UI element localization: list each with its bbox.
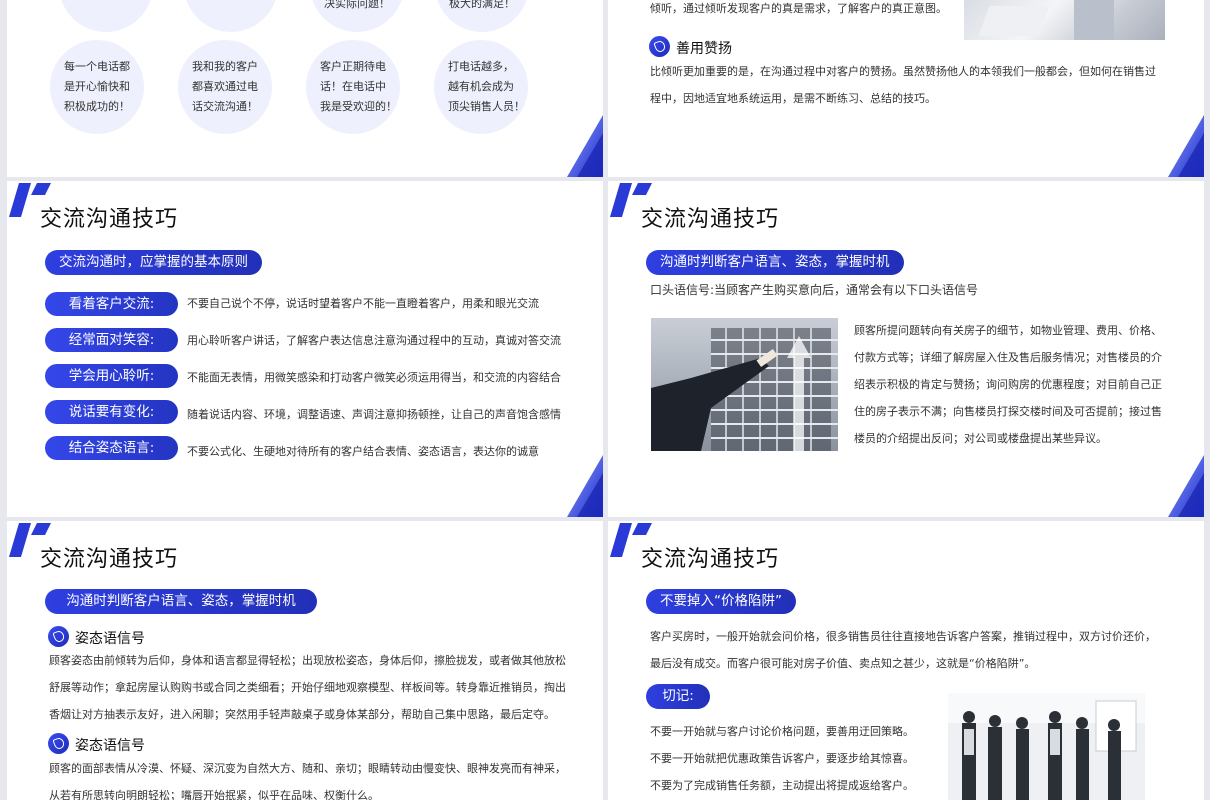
circle-2-line-3: 话交流沟通！ [192,100,258,113]
office-photo [964,0,1165,40]
pen-icon [649,36,670,57]
building-graph-image [651,318,838,451]
row-text-5: 不要公式化、生硬地对待所有的客户结合表情、姿态语言，表达你的诚意 [187,445,539,458]
row-text-3: 不能面无表情，用微笑感染和打动客户微笑必须运用得当，和交流的内容结合 [187,371,561,384]
slide5-para2-line-1: 顾客的面部表情从冷漠、怀疑、深沉变为自然大方、随和、亲切；眼睛转动由慢变快、眼神… [49,762,566,775]
corner-decoration [567,115,603,177]
circle-1-line-1: 每一个电话都 [64,60,130,73]
slide4-para-line-2: 付款方式等；详细了解房屋入住及售后服务情况；对售楼员的介 [854,351,1162,364]
slide5-paragraph-1: 顾客姿态由前倾转为后仰，身体和语言都显得轻松；出现放松姿态，身体后仰，擦脸拢发，… [49,647,594,728]
business-chart-photo [651,318,838,451]
corner-decoration [1168,115,1204,177]
slide4-para-line-3: 绍表示积极的肯定与赞扬；询问购房的优惠程度；对目前自己正 [854,378,1162,391]
slide2-para-line-1: 比倾听更加重要的是，在沟通过程中对客户的赞扬。虽然赞扬他人的本领我们一般都会，但… [650,65,1156,78]
circle-2-text: 我和我的客户 都喜欢通过电 话交流沟通！ [178,57,272,117]
slide4-pill: 沟通时判断客户语言、姿态，掌握时机 [646,250,904,275]
slide6-para-line-1: 客户买房时，一般开始就会问价格，很多销售员往往直接地告诉客户答案，推销过程中，双… [650,630,1156,643]
slide-5[interactable]: 交流沟通技巧 沟通时判断客户语言、姿态，掌握时机 姿态语信号 顾客姿态由前倾转为… [7,521,603,800]
slide-1[interactable]: 决实际问题！ 极大的满足！ 每一个电话都 是开心愉快和 积极成功的！ 我和我的客… [7,0,603,177]
circle-3-line-2: 话！在电话中 [320,80,386,93]
row-label-3: 学会用心聆听: [45,364,178,388]
slide-6[interactable]: 交流沟通技巧 不要掉入“价格陷阱” 客户买房时，一般开始就会问价格，很多销售员往… [608,521,1204,800]
circle-top-1 [59,0,153,32]
circle-3-text: 客户正期待电 话！在电话中 我是受欢迎的！ [306,57,400,117]
slide5-para1-line-2: 舒展等动作；拿起房屋认购购书或合同之类细看；开始仔细地观察模型、样板间等。转身靠… [49,681,566,694]
team-meeting-image [948,693,1145,800]
row-label-5: 结合姿态语言: [45,436,178,460]
slide5-paragraph-2: 顾客的面部表情从冷漠、怀疑、深沉变为自然大方、随和、亲切；眼睛转动由慢变快、眼神… [49,755,594,800]
slide4-para-line-1: 顾客所提问题转向有关房子的细节，如物业管理、费用、价格、 [854,324,1162,337]
slide6-para-line-2: 最后没有成交。而客户很可能对房子价值、卖点知之甚少，这就是“价格陷阱”。 [650,657,1036,670]
slide4-paragraph: 顾客所提问题转向有关房子的细节，如物业管理、费用、价格、 付款方式等；详细了解房… [854,317,1184,452]
circle-top-3-text: 决实际问题！ [324,0,390,10]
row-label-4: 说话要有变化: [45,400,178,424]
row-label-2: 经常面对笑容: [45,328,178,352]
circle-2-line-1: 我和我的客户 [192,60,258,73]
row-label-1: 看着客户交流: [45,292,178,316]
slide2-para-line-2: 程中，因地适宜地系统运用，是需不断练习、总结的技巧。 [650,92,936,105]
slide6-tip-2: 不要一开始就把优惠政策告诉客户，要逐步给其惊喜。 [650,752,914,765]
slide6-tip-3: 不要为了完成销售任务额，主动提出将提成返给客户。 [650,779,914,792]
circle-1-text: 每一个电话都 是开心愉快和 积极成功的！ [50,57,144,117]
slide4-title: 交流沟通技巧 [641,207,780,232]
slide5-para1-line-1: 顾客姿态由前倾转为后仰，身体和语言都显得轻松；出现放松姿态，身体后仰，擦脸拢发，… [49,654,566,667]
slide6-remember-pill: 切记: [646,684,710,709]
circle-4-text: 打电话越多， 越有机会成为 顶尖销售人员！ [434,57,528,117]
slide-4[interactable]: 交流沟通技巧 沟通时判断客户语言、姿态，掌握时机 口头语信号:当顾客产生购买意向… [608,181,1204,517]
circle-4-line-3: 顶尖销售人员！ [448,100,525,113]
circle-4-line-1: 打电话越多， [448,60,514,73]
slide4-para-line-5: 楼员的介绍提出反问；对公司或楼盘提出某些异议。 [854,432,1107,445]
slide6-title: 交流沟通技巧 [641,547,780,572]
corner-decoration [1168,455,1204,517]
pen-icon [48,733,69,754]
circle-4-line-2: 越有机会成为 [448,80,514,93]
slide5-para2-line-2: 从若有所思转向明朗轻松；嘴唇开始抿紧，似乎在品味、权衡什么。 [49,789,379,800]
slide5-sub2: 姿态语信号 [75,738,145,754]
slide6-price-trap-pill: 不要掉入“价格陷阱” [646,589,796,614]
circle-1-line-3: 积极成功的！ [64,100,130,113]
circle-top-4-text: 极大的满足！ [449,0,515,10]
slide5-pill: 沟通时判断客户语言、姿态，掌握时机 [45,589,317,614]
slide-grid: 决实际问题！ 极大的满足！ 每一个电话都 是开心愉快和 积极成功的！ 我和我的客… [0,0,1210,800]
slide-2[interactable]: 倾听，通过倾听发现客户的真是需求，了解客户的真正意图。 善用赞扬 比倾听更加重要… [608,0,1204,177]
slide6-paragraph: 客户买房时，一般开始就会问价格，很多销售员往往直接地告诉客户答案，推销过程中，双… [650,623,1195,677]
circle-1-line-2: 是开心愉快和 [64,80,130,93]
circle-3-line-1: 客户正期待电 [320,60,386,73]
circle-2-line-2: 都喜欢通过电 [192,80,258,93]
slide5-para1-line-3: 香烟让对方抽表示友好，进入闲聊；突然用手轻声敲桌子或身体某部分，帮助自己集中思路… [49,708,555,721]
slide2-paragraph: 比倾听更加重要的是，在沟通过程中对客户的赞扬。虽然赞扬他人的本领我们一般都会，但… [650,58,1190,112]
row-text-1: 不要自己说个不停，说话时望着客户不能一直瞪着客户，用柔和眼光交流 [187,297,539,310]
corner-decoration [567,455,603,517]
circle-top-2 [184,0,278,32]
slide3-title: 交流沟通技巧 [40,207,179,232]
slide5-sub1: 姿态语信号 [75,631,145,647]
meeting-photo [948,693,1145,800]
slide6-tips: 不要一开始就与客户讨论价格问题，要善用迂回策略。 不要一开始就把优惠政策告诉客户… [650,718,950,799]
circle-3-line-3: 我是受欢迎的！ [320,100,397,113]
slide6-tip-1: 不要一开始就与客户讨论价格问题，要善用迂回策略。 [650,725,914,738]
slide2-subheading: 善用赞扬 [676,41,732,57]
slide4-para-line-4: 住的房子表示不满；向售楼员打探交楼时间及可否提前；接过售 [854,405,1162,418]
row-text-4: 随着说话内容、环境，调整语速、声调注意抑扬顿挫，让自己的声音饱含感情 [187,408,561,421]
slide4-intro: 口头语信号:当顾客产生购买意向后，通常会有以下口头语信号 [650,283,979,297]
slide2-top-text: 倾听，通过倾听发现客户的真是需求，了解客户的真正意图。 [650,2,947,15]
slide3-principle-pill: 交流沟通时，应掌握的基本原则 [45,250,262,275]
pen-icon [48,626,69,647]
slide-3[interactable]: 交流沟通技巧 交流沟通时，应掌握的基本原则 看着客户交流: 不要自己说个不停，说… [7,181,603,517]
row-text-2: 用心聆听客户讲话，了解客户表达信息注意沟通过程中的互动，真诚对答交流 [187,334,561,347]
slide5-title: 交流沟通技巧 [40,547,179,572]
